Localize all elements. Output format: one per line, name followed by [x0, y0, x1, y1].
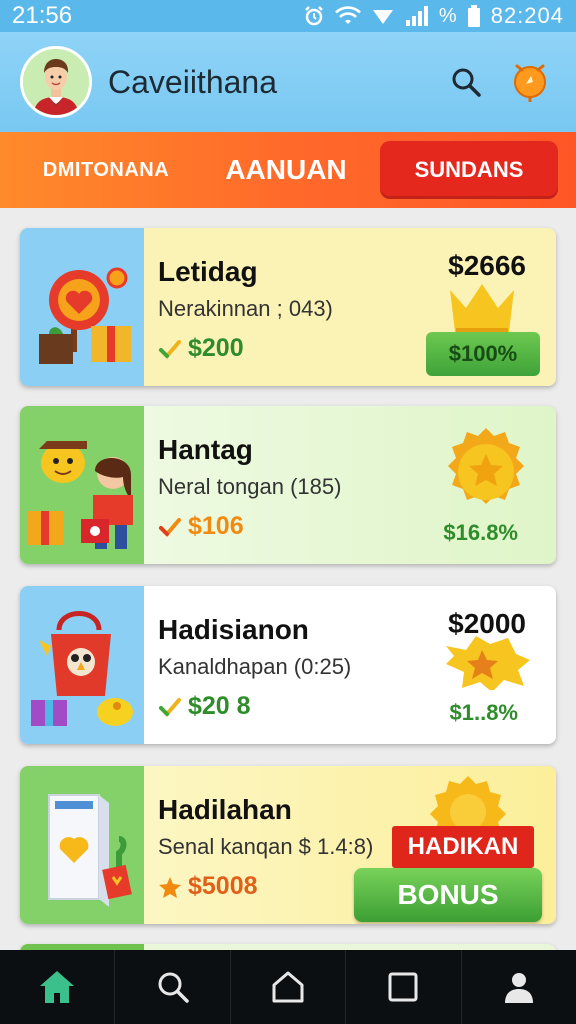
card-title: Hadisianon: [158, 614, 309, 645]
tab-bar: DMITONANA AANUAN SUNDANS: [0, 132, 576, 208]
target-gifts-icon: [39, 267, 131, 364]
card-reward: $5008: [158, 872, 258, 901]
card-reward-amount: $106: [188, 512, 244, 540]
notifications-button[interactable]: [504, 56, 556, 108]
card-subtitle: Kanaldhapan (0:25): [158, 654, 352, 679]
app-box-icon: [48, 794, 132, 907]
offer-card[interactable]: Hantag Neral tongan (185) $106 $16.8%: [20, 406, 556, 564]
bottom-nav: [0, 950, 576, 1024]
search-icon: [452, 68, 481, 97]
tab-sundans[interactable]: SUNDANS: [380, 141, 558, 199]
search-icon: [158, 972, 189, 1003]
hadikan-badge: HADIKAN: [392, 826, 534, 868]
gold-star-splash-icon: [446, 636, 530, 690]
nav-home-outline[interactable]: [231, 950, 347, 1024]
card-reward: $20 8: [158, 692, 251, 721]
card-price: $2000: [448, 608, 526, 639]
offer-card[interactable]: Hadilahan Senal kanqan $ 1.4:8) $5008 HA…: [20, 766, 556, 924]
card-reward: $106: [158, 512, 244, 541]
characters-gift-icon: [27, 441, 133, 549]
bell-icon: [514, 64, 546, 102]
square-icon: [388, 972, 418, 1002]
card-reward-amount: $5008: [188, 872, 258, 900]
bonus-button[interactable]: BONUS: [354, 868, 542, 922]
home-icon: [40, 971, 75, 1003]
status-bar: 21:56 % 82:204: [0, 0, 576, 32]
card-thumbnail: [20, 228, 144, 386]
check-icon: [159, 517, 181, 537]
status-icons: % 82:204: [303, 3, 564, 29]
offer-card[interactable]: Hadisianon Kanaldhapan (0:25) $20 8 $200…: [20, 586, 556, 744]
avatar-man-icon: [23, 49, 89, 115]
card-reward-amount: $20 8: [188, 692, 251, 720]
offer-card[interactable]: Letidag Nerakinnan ; 043) $200 $2666 $10…: [20, 228, 556, 386]
card-title: Hantag: [158, 434, 253, 465]
card-price: $2666: [448, 250, 526, 281]
card-reward-amount: $200: [188, 334, 244, 362]
nav-home[interactable]: [0, 950, 116, 1024]
wifi-icon: [334, 6, 361, 24]
status-time: 21:56: [12, 2, 73, 29]
nav-recents[interactable]: [346, 950, 462, 1024]
card-percent-button[interactable]: $100%: [426, 332, 540, 376]
gold-coin-icon: [448, 428, 524, 504]
card-thumbnail: [20, 406, 144, 564]
tab-aanuan[interactable]: AANUAN: [196, 141, 376, 199]
check-icon: [159, 339, 181, 359]
battery-text: 82:204: [490, 3, 564, 28]
app-title: Caveiithana: [108, 63, 277, 100]
search-button[interactable]: [440, 56, 492, 108]
signal-bars-icon: [405, 6, 428, 26]
shopping-bag-icon: [31, 611, 133, 726]
signal-icon: [372, 10, 393, 24]
battery-icon: [467, 5, 480, 27]
card-subtitle: Senal kanqan $ 1.4:8): [158, 834, 374, 859]
star-icon: [159, 876, 181, 898]
avatar[interactable]: [20, 46, 92, 118]
app-header: Caveiithana: [0, 32, 576, 132]
nav-search[interactable]: [115, 950, 231, 1024]
person-icon: [504, 973, 533, 1003]
card-title: Letidag: [158, 256, 258, 287]
card-subtitle: Neral tongan (185): [158, 474, 342, 499]
card-thumbnail: [20, 766, 144, 924]
offer-list[interactable]: Letidag Nerakinnan ; 043) $200 $2666 $10…: [0, 208, 576, 950]
card-title: Hadilahan: [158, 794, 292, 825]
card-thumbnail: [20, 586, 144, 744]
nav-profile[interactable]: [462, 950, 576, 1024]
percent-indicator: %: [438, 4, 457, 27]
card-percent: $1..8%: [449, 700, 519, 725]
tab-dmitonana[interactable]: DMITONANA: [16, 141, 196, 199]
card-reward: $200: [158, 334, 244, 363]
card-subtitle: Nerakinnan ; 043): [158, 296, 333, 321]
check-icon: [159, 697, 181, 717]
house-outline-icon: [272, 971, 304, 1003]
card-percent: $16.8%: [443, 520, 518, 545]
alarm-icon: [305, 6, 323, 26]
